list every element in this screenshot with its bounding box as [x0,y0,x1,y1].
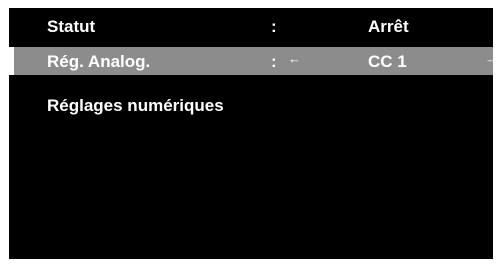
menu-item-value: Arrêt [368,17,409,36]
menu-item-label: Réglages numériques [47,96,224,115]
menu-panel: Statut : Arrêt Rég. Analog. : ← CC 1 → R… [9,8,498,259]
menu-item-value: CC 1 [368,52,407,71]
selection-marker [9,47,14,75]
menu-item-label: Rég. Analog. [47,52,151,71]
right-arrow-icon[interactable]: → [485,51,498,66]
left-arrow-icon[interactable]: ← [288,51,301,66]
menu-item-reglages-numeriques[interactable]: Réglages numériques [9,91,493,119]
menu-item-statut[interactable]: Statut : Arrêt [9,12,493,40]
separator: : [271,17,277,36]
menu-item-label: Statut [47,17,96,36]
separator: : [271,52,277,71]
menu-item-reg-analog[interactable]: Rég. Analog. : ← CC 1 → [9,47,498,75]
